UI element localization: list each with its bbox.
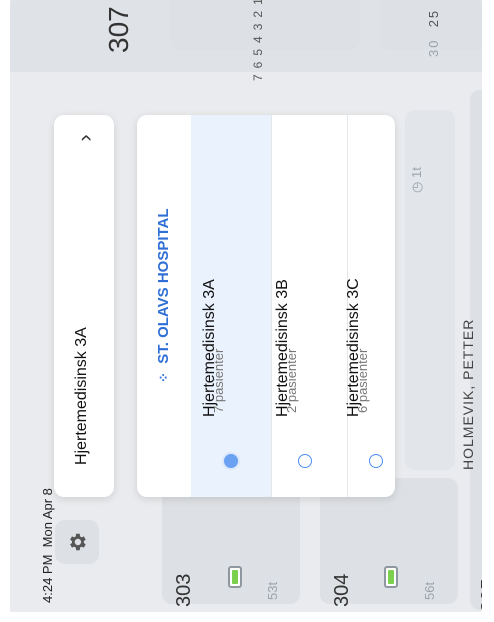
room-time-304: 56t (422, 581, 437, 600)
battery-icon (384, 566, 398, 588)
ward-option-3A[interactable]: Hjertemedisinsk 3A 7 pasienter (191, 115, 271, 497)
room-number-303: 303 (173, 573, 195, 607)
hospital-name: ST. OLAVS HOSPITAL (155, 208, 172, 364)
patient-name-305: HOLMEVIK, PETTER (460, 318, 476, 470)
hospital-logo-icon: ⁘ (156, 372, 171, 383)
top-room-number: 307 (103, 6, 134, 53)
chevron-right-icon: › (72, 134, 97, 142)
status-time: 4:24 PM (40, 554, 55, 603)
timer-label: ◷ 1t (409, 167, 424, 193)
radio-selected[interactable] (224, 454, 238, 468)
ward-option-count: 6 pasienter (355, 348, 370, 413)
ward-dropdown: ⁘ ST. OLAVS HOSPITAL Hjertemedisinsk 3A … (137, 115, 395, 497)
scale-left-labels: 76543210 (251, 0, 265, 81)
ward-option-count: 2 pasienter (284, 348, 299, 413)
room-time-303: 53t (265, 581, 280, 600)
ward-selector[interactable]: Hjertemedisinsk 3A › (54, 115, 114, 497)
room-number-304: 304 (331, 573, 353, 607)
room-number-305: 305 (478, 578, 482, 612)
scale-right-labels: 30 25 20 (426, 8, 441, 57)
ipad-screen: 4:24 PM Mon Apr 8 Hjertemedisinsk 3A › 3… (10, 0, 482, 612)
status-date: Mon Apr 8 (40, 488, 55, 548)
hospital-header: ⁘ ST. OLAVS HOSPITAL (155, 203, 175, 383)
ward-option-3B[interactable]: Hjertemedisinsk 3B 2 pasienter (272, 115, 352, 497)
ward-selector-label: Hjertemedisinsk 3A (73, 327, 90, 465)
radio-unselected[interactable] (298, 454, 312, 468)
settings-button[interactable] (55, 520, 99, 564)
battery-icon (228, 566, 242, 588)
status-time-date: 4:24 PM Mon Apr 8 (40, 488, 56, 603)
ward-option-count: 7 pasienter (211, 348, 226, 413)
radio-unselected[interactable] (369, 454, 383, 468)
ward-option-3C[interactable]: Hjertemedisinsk 3C 6 pasienter (345, 115, 395, 497)
gear-icon (70, 533, 86, 551)
